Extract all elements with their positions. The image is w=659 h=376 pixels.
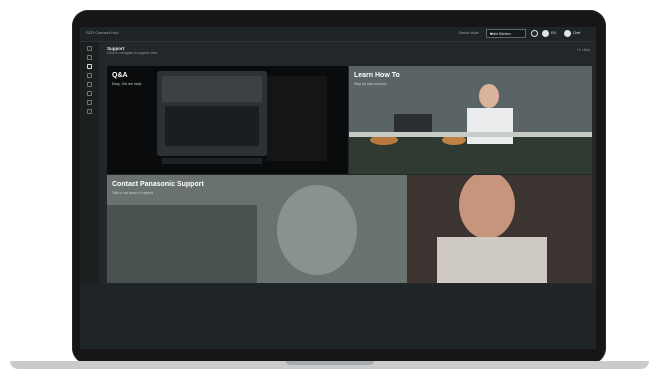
qa-card-title: Q&A [112, 72, 128, 79]
menu-icon[interactable] [87, 55, 92, 60]
page-tag: +1 Links [576, 48, 590, 52]
contact-card-subtitle: Talk to our team of experts [112, 191, 154, 195]
user-name[interactable]: Chef [573, 31, 580, 35]
device-mode-label: Device Mode [459, 31, 479, 35]
learn-card-subtitle: Step by step tutorials [354, 82, 387, 86]
qa-card-subtitle: Easy, Get me help! [112, 82, 142, 86]
chevron-down-icon: ▾ [490, 31, 493, 36]
help-icon[interactable] [531, 30, 538, 37]
clock-icon[interactable] [87, 73, 92, 78]
qa-card[interactable]: Q&A Easy, Get me help! [107, 66, 348, 174]
contact-card[interactable]: Contact Panasonic Support Talk to our te… [107, 175, 592, 283]
user-icon[interactable] [564, 30, 571, 37]
contact-card-title: Contact Panasonic Support [112, 181, 204, 188]
language-label[interactable]: EN [551, 31, 556, 35]
footer-area [80, 284, 596, 349]
settings-icon[interactable] [87, 82, 92, 87]
app-screen: SZR Connect Hub Device Mode Main Kitchen… [80, 27, 596, 349]
grid-icon[interactable] [87, 64, 92, 69]
laptop-notch [286, 361, 374, 365]
learn-card[interactable]: Learn How To Step by step tutorials [349, 66, 592, 174]
page-subtitle: Click to navigate to support view [107, 51, 158, 55]
learn-card-title: Learn How To [354, 72, 400, 79]
home-icon[interactable] [87, 46, 92, 51]
top-bar: SZR Connect Hub Device Mode Main Kitchen… [80, 27, 596, 42]
globe-icon[interactable] [542, 30, 549, 37]
document-icon[interactable] [87, 100, 92, 105]
app-title: SZR Connect Hub [86, 30, 119, 35]
support-icon[interactable] [87, 109, 92, 114]
device-select[interactable]: Main Kitchen ▾ [486, 29, 526, 38]
support-agent-image [107, 175, 592, 283]
oven-image [157, 71, 327, 164]
chart-icon[interactable] [87, 91, 92, 96]
